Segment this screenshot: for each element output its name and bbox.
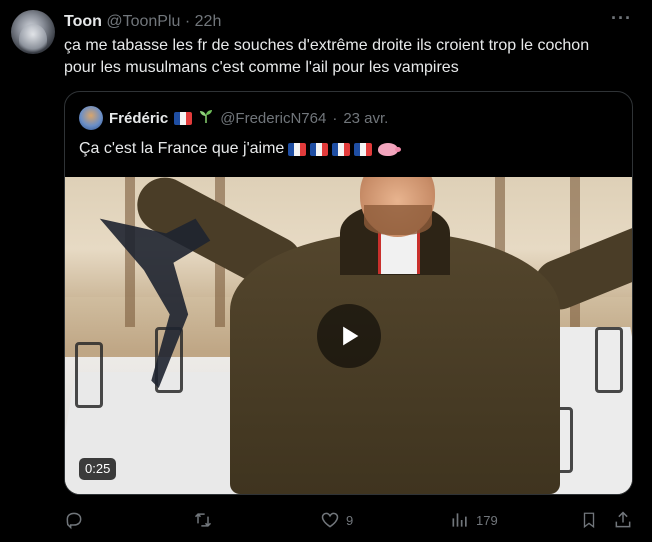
reply-button[interactable] bbox=[64, 510, 90, 530]
video-player[interactable]: 0:25 bbox=[65, 177, 632, 494]
france-flag-icon bbox=[332, 142, 351, 156]
bookmark-button[interactable] bbox=[580, 510, 598, 530]
views-icon bbox=[452, 513, 467, 527]
play-icon bbox=[343, 326, 359, 346]
header-separator: · bbox=[180, 13, 195, 30]
quoted-tweet-text-row: Ça c'est la France que j'aime bbox=[79, 138, 402, 160]
author-name[interactable]: Toon bbox=[64, 13, 102, 30]
like-count: 9 bbox=[346, 512, 354, 528]
like-button[interactable]: 9 bbox=[320, 510, 353, 530]
share-icon bbox=[615, 511, 631, 528]
heart-icon bbox=[321, 512, 339, 528]
play-button[interactable] bbox=[317, 304, 381, 368]
bookmark-icon bbox=[583, 512, 595, 529]
beard bbox=[364, 205, 432, 235]
more-options-button[interactable]: ··· bbox=[611, 8, 632, 29]
sprout-icon bbox=[198, 108, 214, 128]
france-flag-icon bbox=[354, 142, 373, 156]
quoted-date: 23 avr. bbox=[343, 109, 389, 127]
video-duration-badge: 0:25 bbox=[79, 458, 117, 480]
quoted-separator: · bbox=[332, 109, 338, 127]
reply-icon bbox=[66, 512, 82, 530]
tweet-text-line-2: pour les musulmans c'est comme l'ail pou… bbox=[64, 59, 459, 76]
retweet-icon bbox=[194, 513, 212, 527]
france-flag-icon bbox=[174, 111, 193, 125]
share-button[interactable] bbox=[613, 510, 633, 530]
person-figure bbox=[127, 177, 632, 494]
france-flag-icon bbox=[288, 142, 307, 156]
tweet-header: Toon @ToonPlu · 22h bbox=[64, 12, 221, 32]
france-flag-icon bbox=[310, 142, 329, 156]
tweet-time[interactable]: 22h bbox=[195, 13, 222, 30]
author-avatar[interactable] bbox=[11, 10, 55, 54]
views-button[interactable]: 179 bbox=[450, 510, 498, 530]
tweet-actions-bar: 9 179 bbox=[64, 506, 634, 534]
dark-object bbox=[99, 218, 211, 389]
author-handle[interactable]: @ToonPlu bbox=[106, 13, 180, 30]
quoted-tweet-header: Frédéric @FredericN764 · 23 avr. bbox=[79, 106, 388, 130]
quoted-author-handle: @FredericN764 bbox=[220, 109, 327, 127]
quoted-tweet-text: Ça c'est la France que j'aime bbox=[79, 140, 285, 157]
quoted-tweet[interactable]: Frédéric @FredericN764 · 23 avr. Ça c'es… bbox=[64, 91, 633, 495]
quoted-author-avatar bbox=[79, 106, 103, 130]
view-count: 179 bbox=[476, 512, 498, 528]
tweet-text-line-1: ça me tabasse les fr de souches d'extrêm… bbox=[64, 37, 590, 54]
chair bbox=[595, 327, 623, 393]
retweet-button[interactable] bbox=[192, 510, 220, 530]
quoted-author-name: Frédéric bbox=[109, 109, 169, 127]
tweet-text: ça me tabasse les fr de souches d'extrêm… bbox=[64, 35, 624, 79]
pig-icon bbox=[378, 142, 402, 156]
